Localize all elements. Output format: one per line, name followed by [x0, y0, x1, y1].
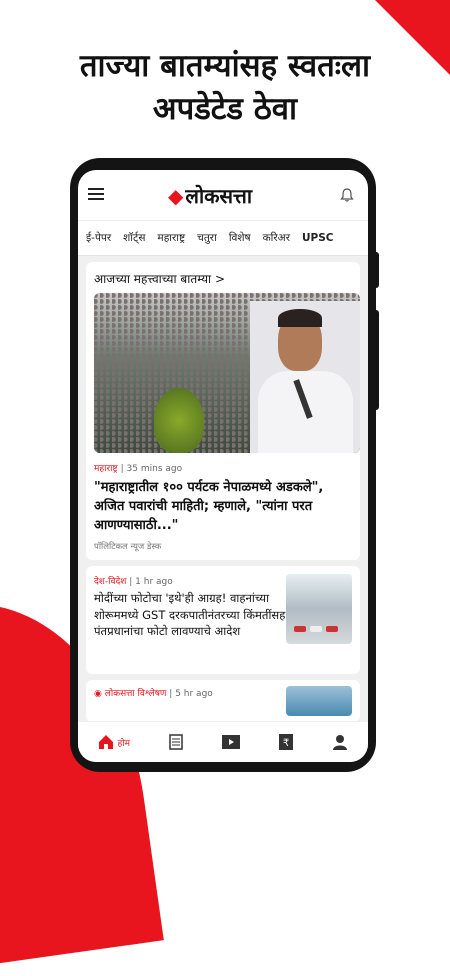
hero-image[interactable]: [94, 293, 360, 453]
video-icon[interactable]: [222, 735, 241, 749]
story-category[interactable]: महाराष्ट्र: [94, 464, 118, 474]
section-title[interactable]: आजच्या महत्त्वाच्या बातम्या >: [94, 262, 352, 293]
nav-home-label: होम: [117, 738, 131, 749]
nav-home[interactable]: होम: [98, 734, 131, 750]
story-headline[interactable]: मोदींच्या फोटोचा 'इथे'ही आग्रह! वाहनांच्…: [94, 590, 289, 640]
svg-text:₹: ₹: [283, 738, 289, 749]
tree-image: [154, 388, 204, 453]
tab-upsc[interactable]: UPSC: [302, 232, 334, 244]
home-icon: [98, 735, 113, 749]
story-category[interactable]: देश-विदेश: [94, 577, 126, 587]
promo-headline: ताज्या बातम्यांसह स्वतःला अपडेटेड ठेवा: [0, 45, 450, 131]
logo-text: लोकसत्ता: [185, 184, 253, 208]
promo-headline-line1: ताज्या बातम्यांसह स्वतःला: [79, 48, 371, 84]
app-logo[interactable]: ◆ लोकसत्ता: [168, 182, 252, 209]
bell-icon[interactable]: [340, 188, 354, 202]
news-feed: आजच्या महत्त्वाच्या बातम्या > महाराष्ट्र…: [78, 256, 368, 722]
tab-shorts[interactable]: शॉर्ट्स: [123, 231, 145, 245]
top-stories-card: आजच्या महत्त्वाच्या बातम्या > महाराष्ट्र…: [86, 262, 360, 560]
category-tabs: ई-पेपर शॉर्ट्स महाराष्ट्र चतुरा विशेष कर…: [78, 221, 368, 256]
hamburger-menu-icon[interactable]: [88, 188, 104, 200]
story-category[interactable]: ◉ लोकसत्ता विश्लेषण: [94, 689, 166, 699]
person-image: [250, 301, 360, 453]
promo-headline-line2: अपडेटेड ठेवा: [152, 91, 298, 127]
list-item[interactable]: ◉ लोकसत्ता विश्लेषण | 5 hr ago: [86, 680, 360, 722]
tab-career[interactable]: करिअर: [263, 231, 290, 245]
epaper-icon[interactable]: [169, 734, 183, 750]
tab-maharashtra[interactable]: महाराष्ट्र: [157, 231, 185, 245]
story-author: पॉलिटिकल न्यूज डेस्क: [94, 542, 162, 552]
story-time: 1 hr ago: [135, 577, 173, 587]
list-item-text: देश-विदेश | 1 hr ago मोदींच्या फोटोचा 'इ…: [94, 574, 289, 640]
premium-icon[interactable]: ₹: [279, 734, 294, 750]
bottom-navigation: होम ₹: [78, 721, 368, 762]
story-time: 35 mins ago: [126, 464, 183, 474]
story-time: 5 hr ago: [175, 689, 213, 699]
app-screen: ◆ लोकसत्ता ई-पेपर शॉर्ट्स महाराष्ट्र चतुर…: [78, 170, 368, 762]
story-meta: देश-विदेश | 1 hr ago: [94, 577, 173, 587]
story-meta: महाराष्ट्र | 35 mins ago: [94, 464, 183, 474]
story-headline[interactable]: "महाराष्ट्रातील १०० पर्यटक नेपाळमध्ये अड…: [94, 478, 352, 535]
app-header: ◆ लोकसत्ता: [78, 170, 368, 221]
story-thumbnail[interactable]: [286, 686, 352, 716]
profile-icon[interactable]: [332, 734, 348, 750]
loksatta-badge-icon: ◉: [94, 689, 105, 699]
list-item[interactable]: देश-विदेश | 1 hr ago मोदींच्या फोटोचा 'इ…: [86, 566, 360, 674]
tab-epaper[interactable]: ई-पेपर: [86, 231, 111, 245]
tab-chatura[interactable]: चतुरा: [197, 231, 217, 245]
phone-frame: ◆ लोकसत्ता ई-पेपर शॉर्ट्स महाराष्ट्र चतुर…: [70, 158, 376, 772]
logo-mark-icon: ◆: [168, 184, 184, 208]
story-thumbnail[interactable]: [286, 574, 352, 644]
tab-vishesh[interactable]: विशेष: [229, 231, 251, 245]
